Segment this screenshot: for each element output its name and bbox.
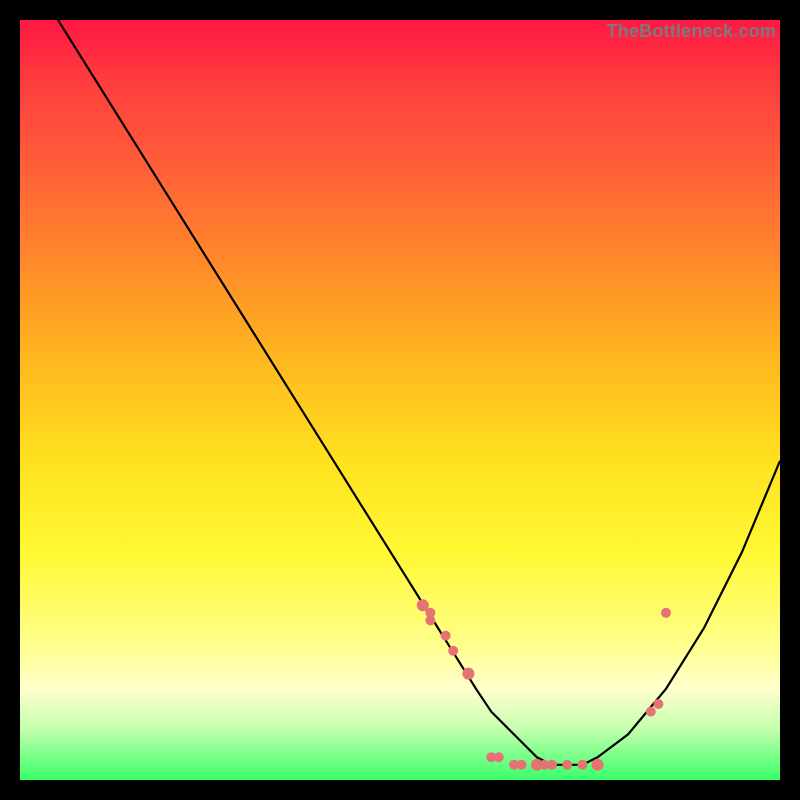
plot-area: TheBottleneck.com bbox=[20, 20, 780, 780]
marker-dot bbox=[441, 631, 451, 641]
marker-dot bbox=[494, 752, 504, 762]
marker-dot bbox=[646, 707, 656, 717]
bottleneck-curve bbox=[58, 20, 780, 765]
marker-dot bbox=[425, 615, 435, 625]
marker-dot bbox=[562, 760, 572, 770]
marker-dot bbox=[653, 699, 663, 709]
marker-dot bbox=[592, 759, 604, 771]
marker-dot bbox=[517, 760, 527, 770]
watermark-text: TheBottleneck.com bbox=[607, 20, 776, 42]
marker-dot bbox=[577, 760, 587, 770]
plot-frame: TheBottleneck.com bbox=[20, 20, 780, 780]
marker-dot bbox=[462, 668, 474, 680]
marker-dot bbox=[448, 646, 458, 656]
marker-dot bbox=[661, 608, 671, 618]
marker-dot bbox=[547, 760, 557, 770]
marker-dots-group bbox=[417, 599, 671, 771]
chart-svg bbox=[20, 20, 780, 780]
